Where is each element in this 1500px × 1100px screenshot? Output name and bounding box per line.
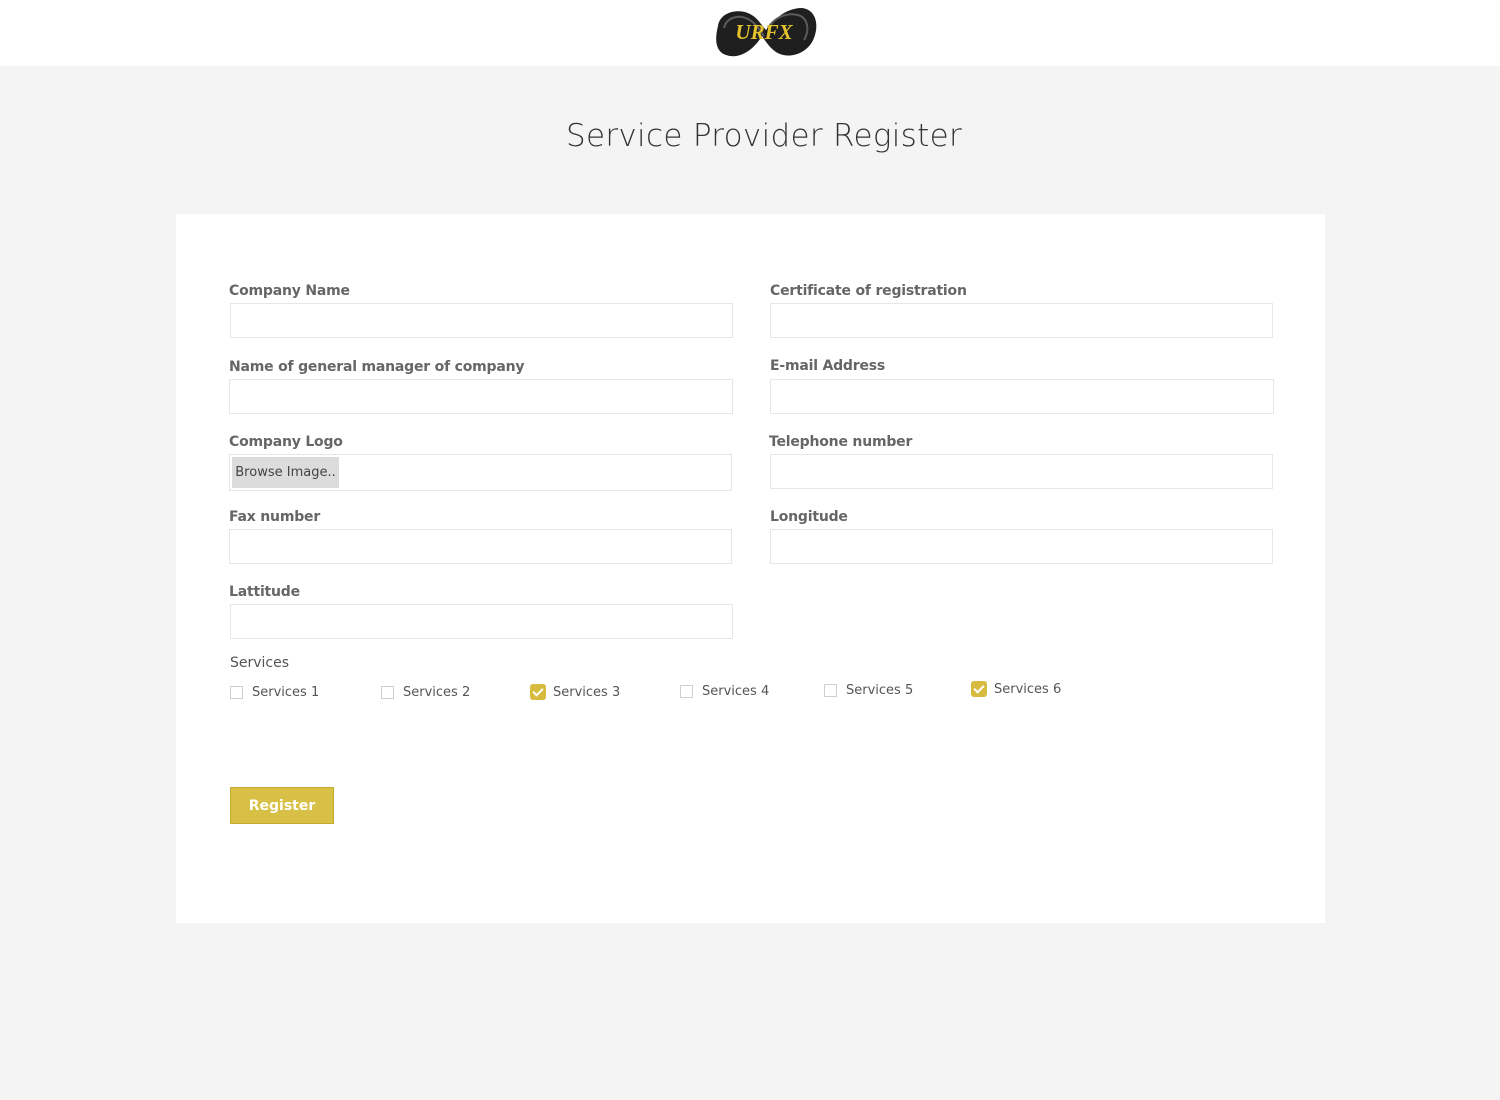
general-manager-input[interactable] <box>229 379 733 414</box>
certificate-label: Certificate of registration <box>770 283 967 299</box>
top-header: URFX <box>0 0 1500 66</box>
browse-image-button[interactable]: Browse Image.. <box>232 457 339 488</box>
page-title: Service Provider Register <box>566 118 962 154</box>
telephone-label: Telephone number <box>769 434 913 450</box>
general-manager-label: Name of general manager of company <box>229 359 525 375</box>
checkbox-checked-icon[interactable] <box>971 681 987 697</box>
service-label-6: Services 6 <box>994 681 1062 697</box>
email-input[interactable] <box>770 379 1274 414</box>
service-checkbox-3[interactable]: Services 3 <box>530 684 620 700</box>
company-logo-label: Company Logo <box>229 434 343 450</box>
checkbox-unchecked-icon[interactable] <box>824 683 837 697</box>
service-checkbox-2[interactable]: Services 2 <box>381 684 470 700</box>
checkbox-checked-icon[interactable] <box>530 684 546 700</box>
checkbox-unchecked-icon[interactable] <box>381 685 394 699</box>
services-title: Services <box>230 655 290 671</box>
service-checkbox-6[interactable]: Services 6 <box>971 681 1061 697</box>
service-label-5: Services 5 <box>846 682 914 698</box>
service-label-4: Services 4 <box>702 683 770 699</box>
longitude-label: Longitude <box>770 509 848 525</box>
longitude-input[interactable] <box>770 529 1273 564</box>
checkbox-unchecked-icon[interactable] <box>680 684 693 698</box>
checkbox-unchecked-icon[interactable] <box>230 685 243 699</box>
certificate-input[interactable] <box>770 303 1273 338</box>
fax-label: Fax number <box>229 509 321 525</box>
fax-input[interactable] <box>229 529 732 564</box>
telephone-input[interactable] <box>770 454 1273 489</box>
register-button[interactable]: Register <box>230 787 334 824</box>
company-name-input[interactable] <box>230 303 733 338</box>
company-name-label: Company Name <box>229 283 350 299</box>
latitude-input[interactable] <box>230 604 733 639</box>
latitude-label: Lattitude <box>229 584 300 600</box>
logo-text: URFX <box>735 20 793 44</box>
email-label: E-mail Address <box>770 358 886 374</box>
company-logo-upload[interactable]: Browse Image.. <box>229 454 732 491</box>
service-checkbox-1[interactable]: Services 1 <box>230 684 319 700</box>
service-label-2: Services 2 <box>403 684 471 700</box>
service-checkbox-5[interactable]: Services 5 <box>824 682 913 698</box>
service-label-1: Services 1 <box>252 684 320 700</box>
service-label-3: Services 3 <box>553 684 621 700</box>
urfx-logo[interactable]: URFX <box>710 4 818 60</box>
service-checkbox-4[interactable]: Services 4 <box>680 683 769 699</box>
